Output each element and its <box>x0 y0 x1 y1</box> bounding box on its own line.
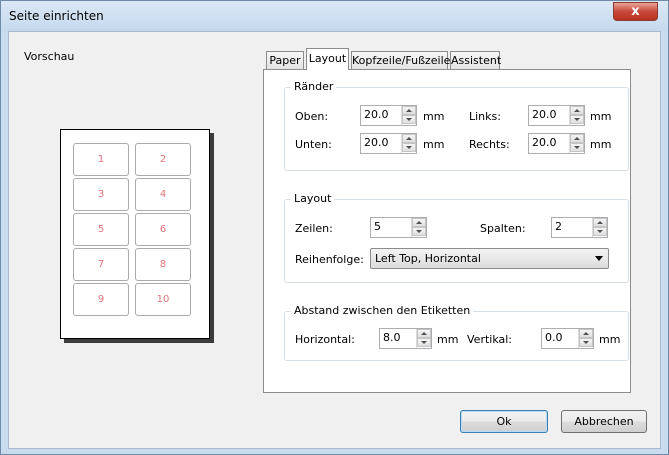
horizontal-spacing-value: 8.0 <box>383 331 401 344</box>
preview-label-cell: 2 <box>135 143 191 176</box>
preview-label-cell: 9 <box>73 283 129 316</box>
spin-down-icon[interactable] <box>417 338 431 347</box>
spin-up-icon[interactable] <box>570 134 584 143</box>
vertical-spacing-unit: mm <box>599 333 621 346</box>
columns-label: Spalten: <box>480 222 526 235</box>
bottom-margin-label: Unten: <box>295 138 332 151</box>
margins-group: Ränder Oben: 20.0 mm Unten: 20.0 mm Link… <box>284 80 629 171</box>
tab-panel-layout: Ränder Oben: 20.0 mm Unten: 20.0 mm Link… <box>263 69 631 393</box>
columns-value: 2 <box>555 220 562 233</box>
columns-spinner[interactable]: 2 <box>551 217 608 238</box>
title-bar[interactable]: Seite einrichten x <box>1 1 668 31</box>
top-margin-unit: mm <box>423 110 445 123</box>
spacing-group-title: Abstand zwischen den Etiketten <box>291 304 474 317</box>
left-margin-label: Links: <box>469 110 501 123</box>
order-dropdown[interactable]: Left Top, Horizontal <box>370 248 609 269</box>
preview-label: Vorschau <box>24 50 75 63</box>
preview-label-cell: 4 <box>135 178 191 211</box>
spin-up-icon[interactable] <box>412 218 426 227</box>
spin-up-icon[interactable] <box>402 106 416 115</box>
spin-down-icon[interactable] <box>570 115 584 124</box>
preview-label-cell: 8 <box>135 248 191 281</box>
vertical-spacing-value: 0.0 <box>545 331 563 344</box>
bottom-margin-value: 20.0 <box>364 136 389 149</box>
horizontal-spacing-label: Horizontal: <box>295 333 355 346</box>
right-margin-label: Rechts: <box>469 138 510 151</box>
preview-label-cell: 1 <box>73 143 129 176</box>
tab-assistant[interactable]: Assistent <box>450 51 501 69</box>
layout-group-title: Layout <box>291 192 335 205</box>
left-margin-spinner[interactable]: 20.0 <box>528 105 585 126</box>
spin-down-icon[interactable] <box>412 227 426 236</box>
top-margin-label: Oben: <box>295 110 329 123</box>
ok-button[interactable]: Ok <box>460 410 548 433</box>
vertical-spacing-spinner[interactable]: 0.0 <box>541 328 594 349</box>
spin-up-icon[interactable] <box>417 329 431 338</box>
dialog-client-area: Vorschau 1 2 3 4 5 6 7 8 9 10 Paper Layo… <box>8 31 661 449</box>
spin-down-icon[interactable] <box>579 338 593 347</box>
spin-up-icon[interactable] <box>570 106 584 115</box>
tab-layout[interactable]: Layout <box>306 48 349 70</box>
cancel-button[interactable]: Abbrechen <box>561 410 647 433</box>
tab-header-footer[interactable]: Kopfzeile/Fußzeile <box>351 51 450 69</box>
right-margin-spinner[interactable]: 20.0 <box>528 133 585 154</box>
dialog-window: Seite einrichten x Vorschau 1 2 3 4 5 6 … <box>0 0 669 455</box>
spacing-group: Abstand zwischen den Etiketten Horizonta… <box>284 304 629 361</box>
spin-up-icon[interactable] <box>593 218 607 227</box>
preview-label-cell: 3 <box>73 178 129 211</box>
right-margin-value: 20.0 <box>532 136 557 149</box>
layout-group: Layout Zeilen: 5 Spalten: 2 Reihenfolge:… <box>284 192 629 283</box>
horizontal-spacing-unit: mm <box>437 333 459 346</box>
top-margin-spinner[interactable]: 20.0 <box>360 105 417 126</box>
spin-up-icon[interactable] <box>579 329 593 338</box>
bottom-margin-unit: mm <box>423 138 445 151</box>
preview-page: 1 2 3 4 5 6 7 8 9 10 <box>60 129 210 339</box>
preview-label-cell: 6 <box>135 213 191 246</box>
preview-label-cell: 10 <box>135 283 191 316</box>
top-margin-value: 20.0 <box>364 108 389 121</box>
spin-up-icon[interactable] <box>402 134 416 143</box>
rows-label: Zeilen: <box>295 222 333 235</box>
close-icon: x <box>631 4 640 19</box>
spin-down-icon[interactable] <box>593 227 607 236</box>
dropdown-arrow-icon <box>595 256 603 261</box>
bottom-margin-spinner[interactable]: 20.0 <box>360 133 417 154</box>
window-title: Seite einrichten <box>9 9 104 23</box>
left-margin-value: 20.0 <box>532 108 557 121</box>
preview-label-cell: 5 <box>73 213 129 246</box>
order-value: Left Top, Horizontal <box>375 252 481 265</box>
left-margin-unit: mm <box>590 110 612 123</box>
horizontal-spacing-spinner[interactable]: 8.0 <box>379 328 432 349</box>
preview-label-cell: 7 <box>73 248 129 281</box>
tab-paper[interactable]: Paper <box>266 51 304 69</box>
right-margin-unit: mm <box>590 138 612 151</box>
spin-down-icon[interactable] <box>402 115 416 124</box>
spin-down-icon[interactable] <box>402 143 416 152</box>
rows-spinner[interactable]: 5 <box>370 217 427 238</box>
margins-group-title: Ränder <box>291 80 337 93</box>
order-label: Reihenfolge: <box>295 253 364 266</box>
spin-down-icon[interactable] <box>570 143 584 152</box>
rows-value: 5 <box>374 220 381 233</box>
vertical-spacing-label: Vertikal: <box>467 333 513 346</box>
close-button[interactable]: x <box>613 2 658 21</box>
